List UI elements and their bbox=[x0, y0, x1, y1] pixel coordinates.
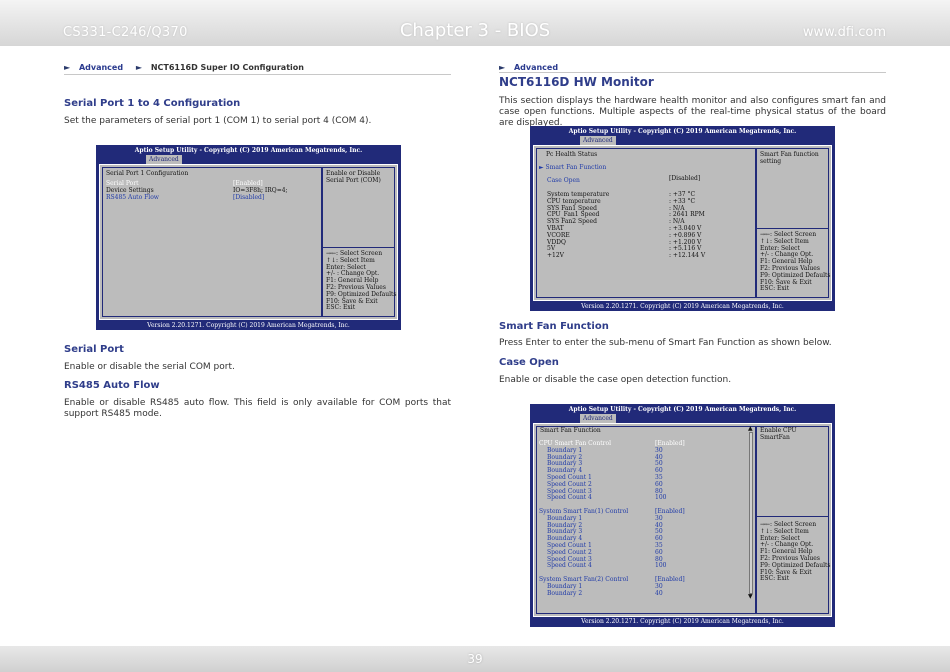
bios-key-hint: ESC: Exit bbox=[326, 304, 356, 312]
page-title: NCT6116D HW Monitor bbox=[499, 75, 654, 89]
bios-keys: →←: Select Screen ↑↓: Select Item Enter: S… bbox=[760, 231, 831, 293]
breadcrumb: ► Advanced bbox=[499, 63, 558, 72]
bios-heading: Pc Health Status bbox=[546, 151, 598, 158]
bios-key-hint: ESC: Exit bbox=[760, 285, 790, 293]
bios-case-open-value[interactable]: [Disabled] bbox=[669, 175, 700, 183]
section-text: This section displays the hardware healt… bbox=[499, 96, 886, 128]
bios-keys: →←: Select Screen ↑↓: Select Item Enter: S… bbox=[760, 521, 831, 583]
bios-body: Serial Port 1 Configuration Serial Port[… bbox=[99, 164, 398, 320]
bios-heading: Serial Port 1 Configuration bbox=[106, 170, 189, 177]
breadcrumb-arrow-icon: ► bbox=[135, 63, 143, 72]
section-title: Serial Port 1 to 4 Configuration bbox=[64, 98, 241, 109]
bios-setting-label[interactable]: Speed Count 4 bbox=[547, 563, 592, 570]
bios-footer: Version 2.20.1271. Copyright (C) 2019 Am… bbox=[581, 303, 784, 310]
breadcrumb-item: Advanced bbox=[513, 63, 559, 72]
bios-setting-value[interactable]: [Disabled] bbox=[233, 194, 264, 202]
divider bbox=[64, 74, 451, 75]
section-title: Serial Port bbox=[64, 344, 124, 355]
bios-help-text: Enable or Disable Serial Port (COM) bbox=[326, 170, 381, 184]
bios-setting-value[interactable]: 100 bbox=[655, 563, 666, 570]
page-header: CS331-C246/Q370 Chapter 3 - BIOS www.dfi… bbox=[0, 0, 950, 46]
breadcrumb-arrow-icon: ► bbox=[64, 63, 71, 72]
section-text: Press Enter to enter the sub-menu of Sma… bbox=[499, 338, 832, 348]
bios-title: Aptio Setup Utility - Copyright (C) 2019… bbox=[568, 406, 797, 413]
divider bbox=[499, 72, 886, 73]
divider bbox=[322, 247, 395, 248]
breadcrumb: ► Advanced ► NCT6116D Super IO Configura… bbox=[64, 63, 304, 72]
bios-footer: Version 2.20.1271. Copyright (C) 2019 Am… bbox=[581, 618, 784, 625]
section-text: Enable or disable RS485 auto flow. This … bbox=[64, 398, 451, 419]
bios-screen-smart-fan: Aptio Setup Utility - Copyright (C) 2019… bbox=[530, 404, 835, 627]
bios-heading: Smart Fan Function bbox=[540, 427, 601, 434]
bios-setting-value[interactable]: 100 bbox=[655, 495, 666, 502]
divider bbox=[756, 228, 829, 229]
bios-tab-advanced: Advanced bbox=[146, 155, 182, 164]
breadcrumb-item: Advanced bbox=[78, 63, 124, 72]
scroll-up-icon[interactable]: ▲ bbox=[748, 425, 753, 433]
section-title: Case Open bbox=[499, 357, 559, 368]
bios-keys: →←: Select Screen ↑↓: Select Item Enter: S… bbox=[326, 250, 397, 312]
breadcrumb-item: NCT6116D Super IO Configuration bbox=[150, 63, 304, 72]
bios-setting-label[interactable]: Speed Count 4 bbox=[547, 495, 592, 502]
bios-screen-hw-monitor: Aptio Setup Utility - Copyright (C) 2019… bbox=[530, 126, 835, 311]
bios-reading-value: : +12.144 V bbox=[669, 252, 706, 260]
section-text: Enable or disable the case open detectio… bbox=[499, 375, 732, 385]
section-text: Enable or disable the serial COM port. bbox=[64, 362, 235, 372]
section-text: Set the parameters of serial port 1 (COM… bbox=[64, 116, 372, 126]
bios-screen-serial-port: Aptio Setup Utility - Copyright (C) 2019… bbox=[96, 145, 401, 330]
section-title: RS485 Auto Flow bbox=[64, 380, 160, 391]
bios-case-open-label[interactable]: Case Open bbox=[547, 177, 580, 185]
bios-help-text: Smart Fan function setting bbox=[760, 151, 819, 165]
divider bbox=[756, 516, 829, 517]
website: www.dfi.com bbox=[802, 25, 886, 40]
breadcrumb-arrow-icon: ► bbox=[499, 63, 506, 72]
bios-body: Pc Health Status ► Smart Fan Function Ca… bbox=[533, 145, 832, 301]
bios-help-text: Enable CPU SmartFan bbox=[760, 427, 797, 441]
bios-submenu-smart-fan[interactable]: ► Smart Fan Function bbox=[539, 164, 606, 172]
page-number: 39 bbox=[467, 652, 483, 666]
bios-title: Aptio Setup Utility - Copyright (C) 2019… bbox=[568, 128, 797, 135]
bios-tab-advanced: Advanced bbox=[580, 136, 616, 145]
bios-footer: Version 2.20.1271. Copyright (C) 2019 Am… bbox=[147, 322, 350, 329]
bios-body: ▲ ▼ Smart Fan Function CPU Smart Fan Con… bbox=[533, 423, 832, 617]
scroll-down-icon[interactable]: ▼ bbox=[748, 593, 753, 601]
bios-reading-label: +12V bbox=[547, 252, 564, 260]
bios-tab-advanced: Advanced bbox=[580, 414, 616, 423]
section-title: Smart Fan Function bbox=[499, 321, 609, 332]
bios-setting-label[interactable]: RS485 Auto Flow bbox=[106, 194, 159, 202]
bios-title: Aptio Setup Utility - Copyright (C) 2019… bbox=[134, 147, 363, 154]
bios-setting-label[interactable]: Boundary 2 bbox=[547, 590, 582, 598]
bios-setting-value[interactable]: 40 bbox=[655, 590, 663, 598]
bios-help-pane bbox=[756, 426, 829, 614]
bios-scrollbar[interactable] bbox=[749, 432, 753, 594]
bios-key-hint: ESC: Exit bbox=[760, 575, 790, 583]
